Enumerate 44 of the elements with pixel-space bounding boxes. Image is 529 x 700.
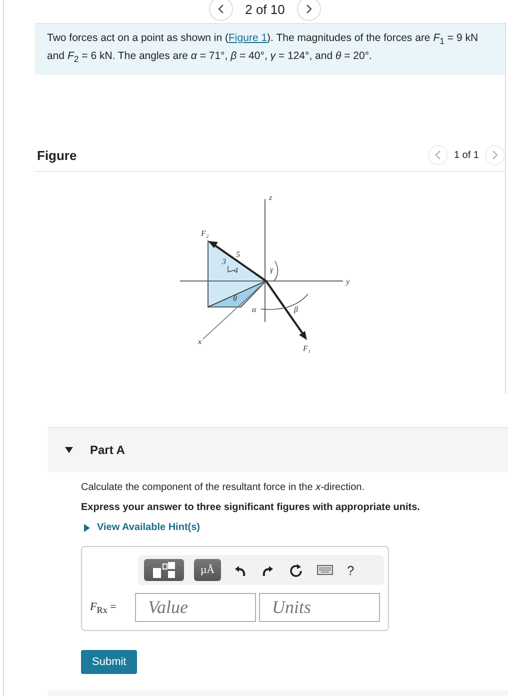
value-field[interactable]: Value [135, 593, 256, 622]
part-header[interactable]: Part A [48, 427, 508, 472]
x-axis [202, 280, 266, 340]
problem-statement: Two forces act on a point as shown in (Figure 1). The magnitudes of the forces are F$_{1}$ = 9 kN and F$_{2}$ = 6 kN. The angles are α = 71°, β = 40°, γ = 124°, and θ = 20°. [47, 31, 480, 66]
diagram-label: y [346, 277, 350, 286]
chevron-right-icon [491, 150, 499, 160]
figure-title: Figure [37, 148, 77, 163]
diagram-label: x [198, 337, 202, 346]
hint-link[interactable]: View Available Hint(s) [83, 522, 529, 534]
help-button[interactable]: ? [345, 562, 356, 578]
figure-link[interactable]: Figure 1 [228, 32, 268, 44]
reset-icon [289, 563, 303, 578]
answer-label: F$_{Rx}$ = [90, 600, 118, 615]
angle-arc [274, 260, 278, 282]
previous-button[interactable] [209, 0, 234, 21]
shaded-projection [208, 280, 266, 308]
page-counter: 2 of 10 [245, 2, 285, 16]
template-button[interactable] [144, 559, 184, 582]
diagram-label: α [252, 305, 256, 314]
diagram-label: F₁ [303, 344, 311, 354]
undo-icon [233, 563, 247, 578]
redo-icon [261, 563, 275, 578]
diagram-label: F₂ [201, 229, 209, 238]
keyboard-icon [317, 565, 333, 576]
diagram-label: z [269, 193, 272, 202]
diagram-label: θ [233, 294, 237, 304]
units-field[interactable]: Units [259, 593, 380, 622]
template-icon [153, 562, 175, 578]
diagram-label: 5 [236, 250, 240, 260]
reset-button[interactable] [287, 563, 305, 578]
chevron-left-icon [434, 150, 442, 160]
figure-counter: 1 of 1 [454, 150, 479, 161]
question-text: Calculate the component of the resultant force in the x-direction. [81, 482, 366, 494]
chevron-left-icon [217, 4, 226, 14]
diagram-label: γ [270, 265, 274, 274]
instruction-text: Express your answer to three significant figures with appropriate units. [81, 502, 421, 514]
chevron-right-icon [304, 4, 313, 14]
diagram-label: β [294, 305, 298, 314]
next-button[interactable] [296, 0, 321, 21]
diagram-label: 3 [222, 257, 226, 266]
submit-button[interactable]: Submit [81, 650, 138, 674]
keyboard-button[interactable] [315, 565, 335, 576]
units-button[interactable]: µÅ [194, 559, 221, 582]
diagram-label: 4 [234, 266, 238, 276]
